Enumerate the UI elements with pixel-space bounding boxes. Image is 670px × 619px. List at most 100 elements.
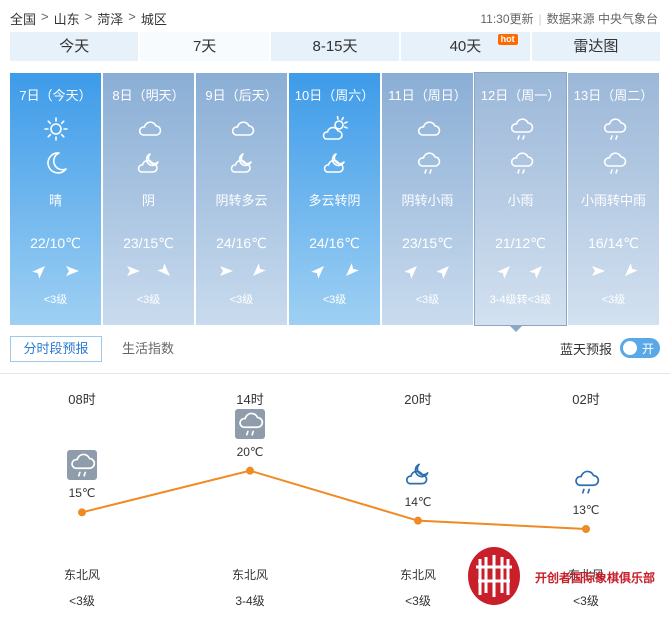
day-date: 11日（周日）	[388, 88, 467, 103]
day-card[interactable]: 12日（周一） 小雨 21/12℃ 3-4级转<3级	[474, 72, 567, 326]
day-card[interactable]: 10日（周六） 多云转阴 24/16℃ <3级	[289, 73, 380, 325]
seven-day-forecast: 7日（今天） 晴 22/10℃ <3级 8日（明天） 阴 23/15℃ <3级 …	[10, 72, 660, 326]
breadcrumb-item[interactable]: 山东	[54, 9, 80, 28]
day-card[interactable]: 9日（后天） 阴转多云 24/16℃ <3级	[196, 73, 287, 325]
cloud-icon	[196, 115, 287, 143]
breadcrumb-item[interactable]: 全国	[10, 9, 36, 28]
hour-wind-level: <3级	[573, 594, 599, 608]
toggle-knob	[623, 341, 637, 355]
tab-7-days[interactable]: 7天	[140, 32, 271, 61]
data-source: 数据来源 中央气象台	[546, 12, 658, 26]
moon-icon	[10, 149, 101, 177]
breadcrumb-item[interactable]: 菏泽	[97, 9, 123, 28]
hour-time: 08时	[68, 392, 96, 407]
day-date: 7日（今天）	[19, 88, 92, 103]
day-card[interactable]: 7日（今天） 晴 22/10℃ <3级	[10, 73, 101, 325]
blue-sky-toggle[interactable]: 开	[620, 338, 660, 358]
wind-direction	[10, 263, 101, 282]
day-temperature: 16/14℃	[588, 235, 639, 251]
wind-level: <3级	[229, 294, 254, 306]
update-time: 11:30更新	[480, 12, 534, 26]
hour-wind-level: 3-4级	[235, 594, 265, 608]
tab-radar[interactable]: 雷达图	[531, 32, 661, 61]
temperature-point	[246, 466, 254, 475]
tab-life-index[interactable]: 生活指数	[122, 336, 174, 362]
wind-arrow-icon	[310, 263, 327, 282]
wind-arrow-icon	[622, 263, 638, 282]
wind-arrow-icon	[528, 263, 545, 282]
temperature-point	[582, 525, 590, 533]
tab-today[interactable]: 今天	[10, 32, 141, 61]
wind-arrow-icon	[218, 263, 234, 282]
rain-cloud-icon	[568, 149, 659, 177]
day-weather-desc: 多云转阴	[308, 193, 361, 208]
day-card[interactable]: 13日（周二） 小雨转中雨 16/14℃ <3级	[568, 73, 659, 325]
wind-direction	[289, 263, 380, 282]
wind-arrow-icon	[590, 263, 606, 282]
rain-cloud-icon	[67, 450, 97, 481]
wind-arrow-icon	[64, 263, 80, 282]
cloud-moon-icon	[196, 149, 287, 177]
cloud-icon	[103, 115, 194, 143]
day-temperature: 23/15℃	[123, 235, 174, 251]
temperature-point	[78, 508, 86, 517]
day-date: 8日（明天）	[112, 88, 185, 103]
day-temperature: 24/16℃	[216, 235, 267, 251]
wind-level: <3级	[415, 294, 440, 306]
day-date: 10日（周六）	[294, 88, 375, 103]
wind-direction	[382, 263, 473, 282]
day-card[interactable]: 8日（明天） 阴 23/15℃ <3级	[103, 73, 194, 325]
breadcrumb: 全国 > 山东 > 菏泽 > 城区	[10, 9, 167, 28]
day-weather-desc: 阴	[141, 193, 155, 208]
update-info: 11:30更新 | 数据来源 中央气象台	[480, 12, 658, 26]
cloud-icon	[382, 115, 473, 143]
hour-temperature: 14℃	[404, 494, 432, 509]
breadcrumb-separator: >	[84, 9, 93, 24]
temperature-line	[81, 469, 587, 530]
breadcrumb-item[interactable]: 城区	[141, 9, 167, 28]
wind-direction	[568, 263, 659, 282]
day-date: 9日（后天）	[205, 88, 278, 103]
hour-wind: 东北风	[399, 568, 436, 582]
hour-wind: 东北风	[63, 568, 100, 582]
club-watermark-text: 开创者国际象棋俱乐部	[535, 571, 656, 585]
day-card[interactable]: 11日（周日） 阴转小雨 23/15℃ <3级	[382, 73, 473, 325]
detail-tabs: 分时段预报 生活指数 蓝天预报 开	[10, 336, 660, 362]
wind-arrow-icon	[156, 263, 173, 282]
tab-40-days[interactable]: 40天 hot	[401, 32, 532, 61]
club-seal-logo	[466, 545, 522, 607]
day-weather-desc: 阴转多云	[215, 193, 268, 208]
day-weather-desc: 阴转小雨	[401, 193, 454, 208]
hour-temperature: 15℃	[68, 486, 96, 501]
tab-8-15-days[interactable]: 8-15天	[270, 32, 402, 61]
wind-arrow-icon	[343, 263, 359, 282]
hour-time: 20时	[404, 392, 432, 407]
toggle-label: 开	[641, 342, 654, 356]
sun-cloud-icon	[289, 115, 380, 143]
hour-temperature: 20℃	[236, 444, 264, 459]
cloud-moon-icon	[403, 459, 433, 489]
rain-cloud-icon	[571, 467, 601, 497]
hour-time: 02时	[572, 392, 600, 407]
day-temperature: 23/15℃	[402, 235, 453, 251]
sun-icon	[10, 115, 101, 143]
day-date: 12日（周一）	[480, 88, 561, 103]
hour-wind-level: <3级	[405, 594, 431, 608]
hour-temperature: 13℃	[572, 503, 600, 517]
breadcrumb-separator: >	[128, 9, 136, 24]
day-temperature: 22/10℃	[30, 235, 81, 251]
top-bar: 全国 > 山东 > 菏泽 > 城区 11:30更新 | 数据来源 中央气象台	[0, 0, 670, 32]
tab-hourly-forecast[interactable]: 分时段预报	[10, 336, 102, 362]
wind-level: <3级	[601, 294, 626, 306]
hour-time: 14时	[236, 392, 264, 407]
rain-cloud-icon	[382, 149, 473, 177]
rain-cloud-icon	[235, 408, 265, 439]
tab-label: 40天	[449, 38, 482, 55]
rain-cloud-icon	[475, 149, 566, 177]
day-date: 13日（周二）	[573, 88, 654, 103]
wind-direction	[196, 263, 287, 282]
temperature-point	[414, 516, 422, 525]
breadcrumb-separator: >	[41, 9, 49, 24]
wind-level: 3-4级转<3级	[489, 294, 552, 306]
wind-level: <3级	[43, 294, 68, 306]
